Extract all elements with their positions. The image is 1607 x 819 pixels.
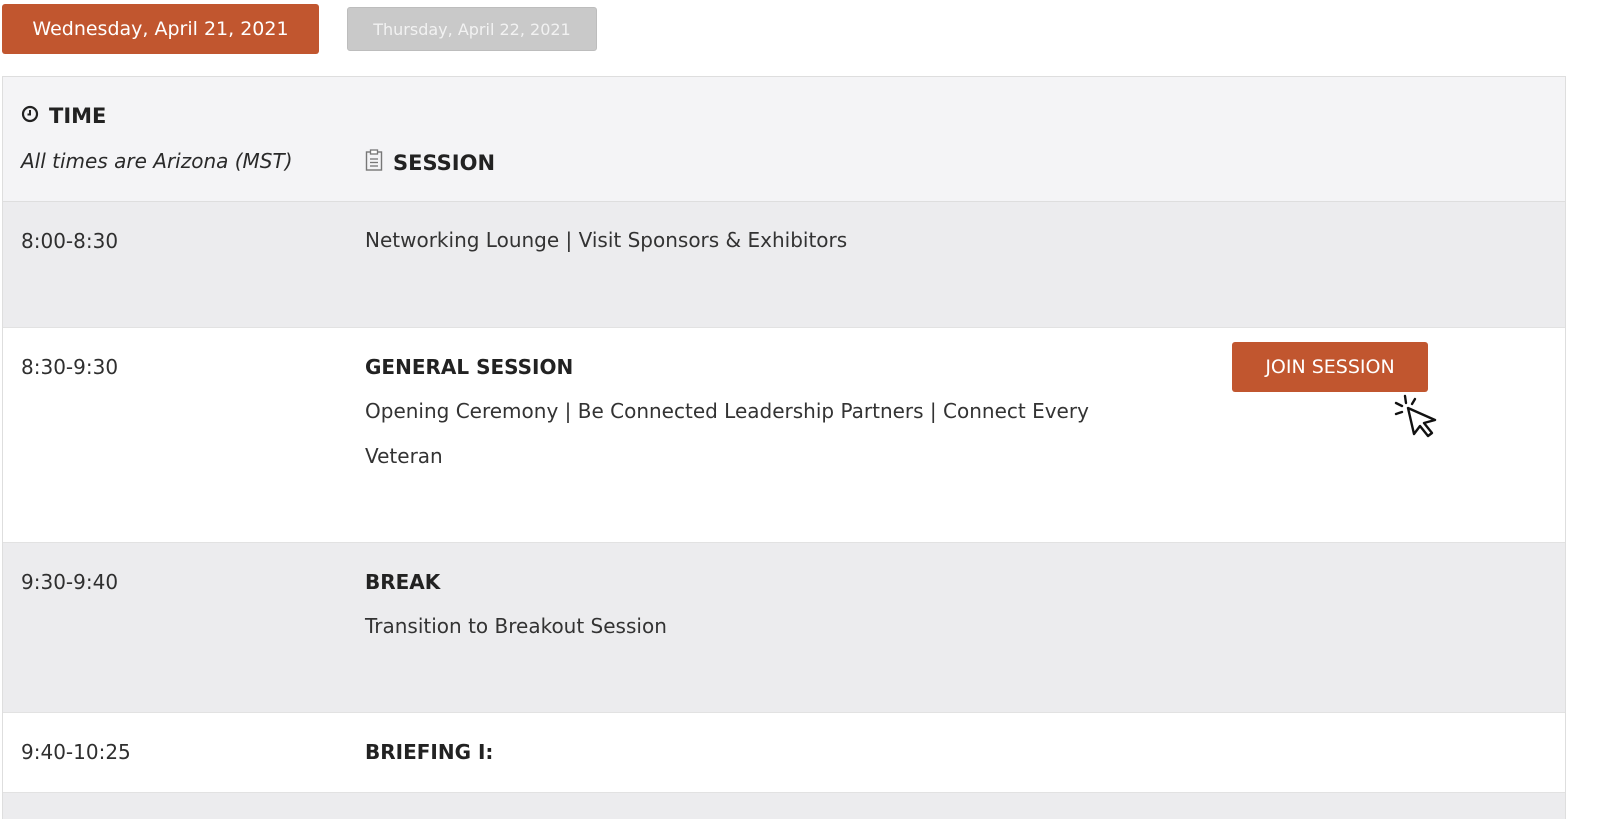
row-title: BRIEFING I: xyxy=(365,740,494,764)
row-title: BREAK xyxy=(365,570,441,594)
day-tabs: Wednesday, April 21, 2021 Thursday, Apri… xyxy=(0,0,1607,78)
schedule-row: 8:00-8:30 Networking Lounge | Visit Spon… xyxy=(3,202,1565,328)
schedule-header: TIME All times are Arizona (MST) SESSION xyxy=(3,76,1565,202)
timezone-note: All times are Arizona (MST) xyxy=(21,149,293,173)
row-description: Transition to Breakout Session xyxy=(365,614,667,638)
time-header: TIME xyxy=(21,104,106,128)
row-time: 9:30-9:40 xyxy=(21,570,119,594)
schedule-row: 9:30-9:40 BREAK Transition to Breakout S… xyxy=(3,543,1565,713)
schedule-row xyxy=(3,793,1565,819)
schedule-row: 9:40-10:25 BRIEFING I: xyxy=(3,713,1565,793)
time-header-label: TIME xyxy=(49,104,107,128)
row-time: 9:40-10:25 xyxy=(21,740,131,764)
session-header: SESSION xyxy=(365,149,495,176)
row-description: Networking Lounge | Visit Sponsors & Exh… xyxy=(365,228,848,252)
schedule-table: TIME All times are Arizona (MST) SESSION… xyxy=(2,76,1566,819)
tab-wednesday[interactable]: Wednesday, April 21, 2021 xyxy=(2,4,319,54)
row-time: 8:30-9:30 xyxy=(21,355,119,379)
clipboard-icon xyxy=(365,149,383,176)
pointer-click-icon xyxy=(1393,394,1439,440)
schedule-row: 8:30-9:30 GENERAL SESSION Opening Ceremo… xyxy=(3,328,1565,543)
clock-icon xyxy=(21,104,39,128)
session-header-label: SESSION xyxy=(393,150,496,175)
row-time: 8:00-8:30 xyxy=(21,229,119,253)
tab-thursday[interactable]: Thursday, April 22, 2021 xyxy=(347,7,597,51)
join-session-button[interactable]: JOIN SESSION xyxy=(1232,342,1428,392)
row-title: GENERAL SESSION xyxy=(365,355,574,379)
row-description: Opening Ceremony | Be Connected Leadersh… xyxy=(365,399,1089,468)
